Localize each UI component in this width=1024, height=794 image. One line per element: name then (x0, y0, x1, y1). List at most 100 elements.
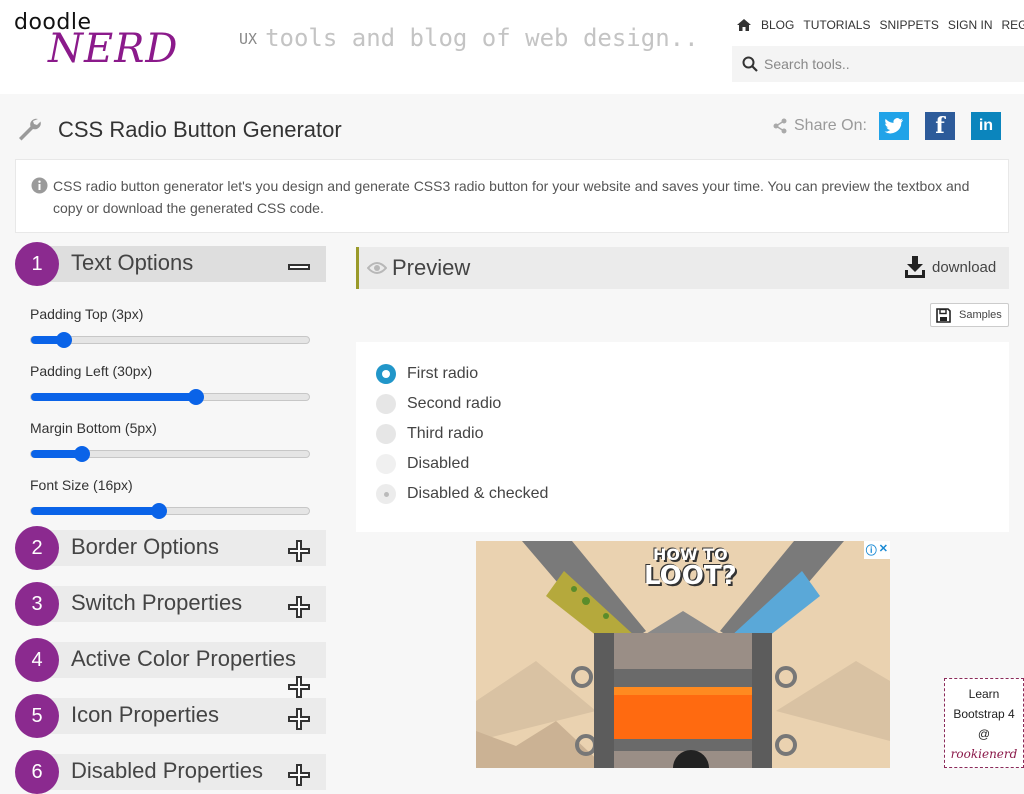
share-bar: Share On: f in (772, 112, 1001, 140)
top-nav: BLOG TUTORIALS SNIPPETS SIGN IN REGISTER (736, 18, 1024, 32)
ad-title-line2: LOOT? (644, 561, 737, 591)
slider-thumb[interactable] (56, 332, 73, 348)
radio-circle[interactable] (376, 394, 396, 414)
section-number: 6 (15, 750, 59, 794)
info-box: CSS radio button generator let's you des… (15, 159, 1009, 233)
ad-info-icon[interactable]: ⓘ (866, 542, 877, 558)
section-active-color-properties[interactable]: 4 Active Color Properties (15, 638, 326, 698)
nav-register[interactable]: REGISTER (1002, 18, 1024, 32)
section-label: Text Options (71, 250, 194, 275)
slider-thumb[interactable] (150, 503, 167, 519)
info-text: CSS radio button generator let's you des… (53, 178, 970, 216)
section-number: 3 (15, 582, 59, 626)
download-icon (905, 256, 925, 278)
facebook-icon: f (935, 113, 945, 139)
radio-circle[interactable] (376, 424, 396, 444)
section-label: Active Color Properties (71, 646, 296, 671)
nav-blog[interactable]: BLOG (761, 18, 794, 32)
radio-circle[interactable] (376, 364, 396, 384)
radio-option[interactable]: Second radio (376, 394, 501, 414)
slider-track[interactable] (30, 389, 310, 405)
slider-label: Padding Top (3px) (30, 306, 144, 322)
search-box (732, 46, 1024, 82)
slider-thumb[interactable] (74, 446, 91, 462)
tagline-prefix: UX (239, 30, 258, 48)
slider-margin-bottom: Margin Bottom (5px) (30, 420, 312, 462)
wrench-icon (19, 118, 41, 141)
nav-sign-in[interactable]: SIGN IN (948, 18, 993, 32)
radio-circle (376, 484, 396, 504)
radio-label: Second radio (407, 395, 502, 412)
plus-icon[interactable] (287, 595, 311, 619)
home-icon[interactable] (736, 18, 752, 32)
twitter-share-button[interactable] (878, 112, 909, 140)
radio-option: Disabled (376, 454, 469, 474)
radio-label: Disabled (407, 455, 470, 472)
slider-track[interactable] (30, 332, 310, 348)
preview-title: Preview (392, 255, 471, 280)
section-switch-properties[interactable]: 3 Switch Properties (15, 582, 326, 626)
radio-option[interactable]: Third radio (376, 424, 483, 444)
nav-tutorials[interactable]: TUTORIALS (803, 18, 870, 32)
info-icon (31, 177, 48, 194)
download-label: download (932, 258, 997, 276)
nav-snippets[interactable]: SNIPPETS (879, 18, 938, 32)
title-row: CSS Radio Button Generator Share On: f i… (0, 108, 1024, 152)
preview-area: First radio Second radio Third radio Dis… (356, 342, 1009, 532)
tagline: UX tools and blog of web design.. (239, 24, 699, 52)
preview-header: Preview download (356, 247, 1009, 289)
page-title: CSS Radio Button Generator (58, 117, 342, 142)
section-label: Switch Properties (71, 590, 243, 615)
section-label: Icon Properties (71, 702, 219, 727)
share-label: Share On: (794, 117, 867, 134)
plus-icon[interactable] (287, 763, 311, 787)
slider-thumb[interactable] (188, 389, 205, 405)
section-text-options[interactable]: 1 Text Options (15, 242, 326, 286)
radio-label: First radio (407, 365, 479, 382)
ad-choices[interactable]: ⓘ ✕ (863, 541, 890, 559)
section-number: 2 (15, 526, 59, 570)
search-icon (742, 56, 758, 72)
badge-line: Bootstrap 4 (953, 707, 1015, 721)
slider-padding-top: Padding Top (3px) (30, 306, 312, 348)
slider-track[interactable] (30, 503, 310, 519)
slider-track[interactable] (30, 446, 310, 462)
eye-icon (367, 262, 387, 274)
badge-line: Learn (968, 687, 1000, 701)
linkedin-share-button[interactable]: in (970, 112, 1001, 140)
logo-text-nerd[interactable]: NERD (48, 26, 178, 72)
site-header: doodle NERD UX tools and blog of web desi… (0, 0, 1024, 94)
badge-line: @ (977, 727, 991, 741)
radio-label: Disabled & checked (407, 485, 549, 502)
section-disabled-properties[interactable]: 6 Disabled Properties (15, 750, 326, 794)
section-border-options[interactable]: 2 Border Options (15, 526, 326, 570)
ad-close-icon[interactable]: ✕ (879, 542, 888, 558)
slider-label: Padding Left (30px) (30, 363, 153, 379)
slider-label: Font Size (16px) (30, 477, 133, 493)
section-icon-properties[interactable]: 5 Icon Properties (15, 694, 326, 738)
download-button[interactable]: download (904, 255, 996, 279)
samples-label: Samples (959, 309, 1002, 321)
samples-button[interactable]: Samples (930, 303, 1009, 327)
tagline-text: tools and blog of web design.. (265, 24, 699, 52)
plus-icon[interactable] (287, 539, 311, 563)
section-label: Disabled Properties (71, 758, 263, 783)
search-input[interactable] (764, 56, 1004, 72)
learn-bootstrap-badge[interactable]: Learn Bootstrap 4 @ rookienerd (944, 678, 1024, 768)
minus-icon[interactable] (287, 255, 311, 279)
section-number: 4 (15, 638, 59, 682)
radio-option: Disabled & checked (376, 484, 548, 504)
section-label: Border Options (71, 534, 219, 559)
ad-title: HOW TO LOOT? (644, 547, 737, 591)
radio-label: Third radio (407, 425, 484, 442)
linkedin-icon: in (978, 117, 994, 134)
plus-icon[interactable] (287, 707, 311, 731)
facebook-share-button[interactable]: f (924, 112, 955, 140)
twitter-icon (884, 118, 903, 134)
slider-padding-left: Padding Left (30px) (30, 363, 312, 405)
section-number: 1 (15, 242, 59, 286)
save-icon (936, 307, 951, 323)
radio-option[interactable]: First radio (376, 364, 478, 384)
slider-label: Margin Bottom (5px) (30, 420, 157, 436)
ad-banner[interactable]: HOW TO LOOT? ⓘ ✕ (476, 541, 890, 768)
